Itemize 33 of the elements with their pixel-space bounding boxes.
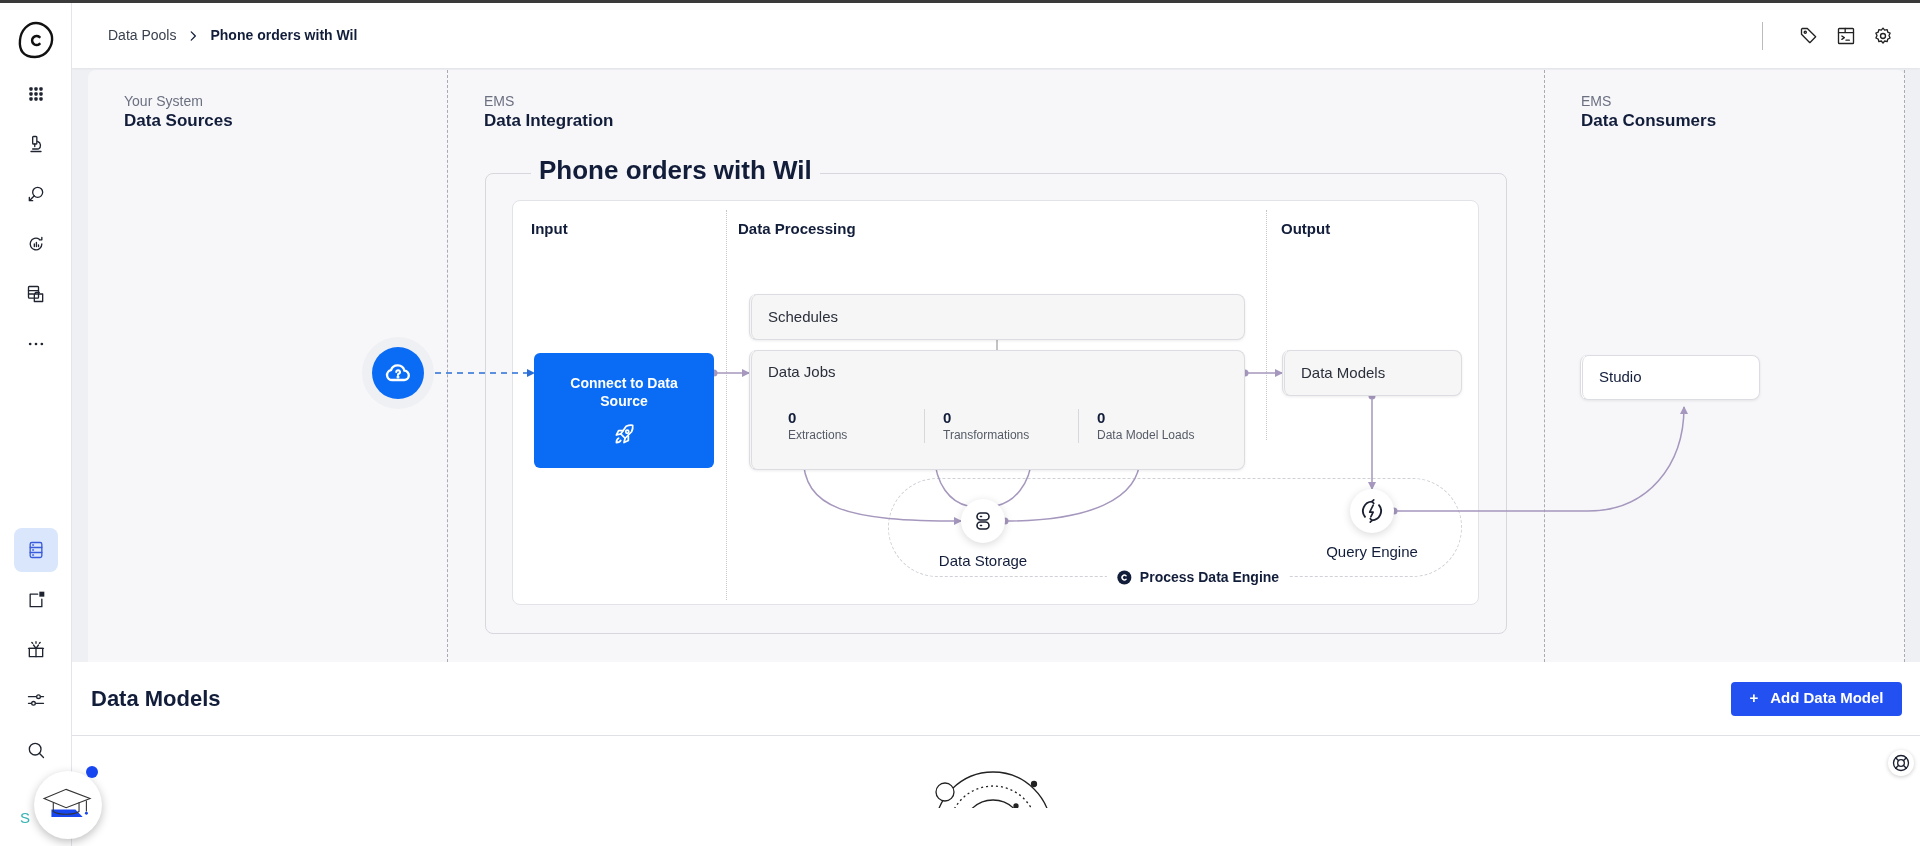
breadcrumb-link[interactable]: Phone orders with Wil [210, 25, 358, 46]
section-label: Output [1281, 219, 1331, 239]
column-title: Data Integration [484, 110, 615, 132]
stat-count: 0 [788, 408, 798, 427]
stat-label: Transformations [943, 426, 1031, 443]
column-title: Data Sources [124, 110, 234, 132]
stat-label: Extractions [788, 426, 849, 443]
stat-count: 0 [943, 408, 953, 427]
column-overline: EMS [484, 92, 516, 110]
breadcrumb-link[interactable]: Data Pools [108, 25, 177, 46]
connect-data-source-button[interactable]: Connect to Data Source [534, 353, 714, 468]
consumer-node[interactable]: Studio [1580, 355, 1760, 400]
node-title: Data Jobs [768, 362, 837, 382]
footer-text: S [20, 808, 30, 828]
add-data-model-button[interactable]: + Add Data Model [1731, 681, 1902, 716]
data-jobs-node[interactable]: Data Jobs 0 Extractions 0 Transformations 0 Data Model Loads [749, 350, 1245, 470]
stat-count: 0 [1097, 408, 1107, 427]
stat-label: Data Model Loads [1097, 426, 1196, 443]
data-models-node[interactable]: Data Models [1282, 350, 1462, 396]
help-icon[interactable] [1888, 750, 1914, 776]
node-label: Query Engine [1326, 542, 1418, 562]
engine-logo-icon [1116, 570, 1132, 585]
engine-label: Process Data Engine [1139, 568, 1280, 587]
column-overline: Your System [124, 92, 204, 110]
section-label: Input [531, 219, 568, 239]
column-overline: EMS [1581, 92, 1613, 110]
section-title: Data Models [91, 685, 221, 713]
node-label: Data Storage [938, 551, 1028, 571]
column-title: Data Consumers [1581, 110, 1718, 132]
database-icon[interactable] [13, 528, 58, 572]
section-label: Data Processing [738, 219, 856, 239]
graduation-cap-icon[interactable] [34, 771, 102, 839]
schedules-node[interactable]: Schedules [749, 294, 1245, 340]
